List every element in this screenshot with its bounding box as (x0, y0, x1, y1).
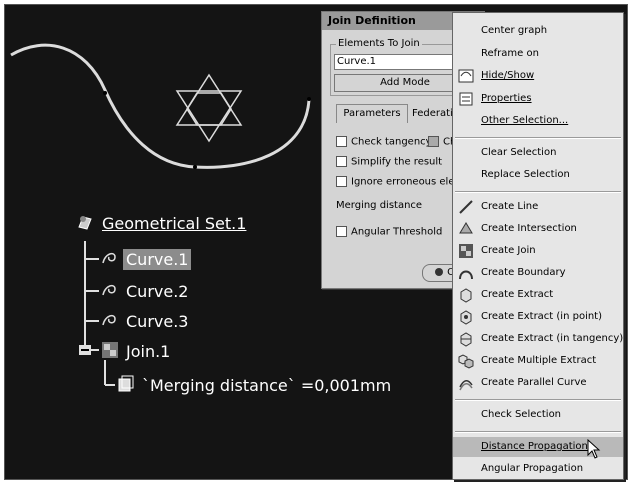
tree-item-join[interactable]: Join.1 (101, 341, 173, 362)
tree-item-label: Join.1 (126, 342, 171, 361)
menu-item-label: Create Multiple Extract (481, 355, 597, 366)
menu-item-label: Create Boundary (481, 267, 566, 278)
menu-item-label: Other Selection... (481, 115, 569, 126)
menu-item-label: Distance Propagation (481, 441, 588, 452)
check-tangency-label: Check tangency (351, 136, 432, 148)
curve-icon (101, 283, 119, 301)
check-tangency-checkbox[interactable] (336, 136, 347, 147)
check-connexity-checkbox[interactable] (428, 136, 439, 147)
simplify-option[interactable]: Simplify the result (336, 156, 442, 168)
tree-root-label: Geometrical Set.1 (102, 214, 247, 233)
extract-point-icon (458, 309, 474, 325)
menu-item-label: Clear Selection (481, 147, 557, 158)
angular-threshold-checkbox[interactable] (336, 226, 347, 237)
menu-item-label: Angular Propagation (481, 463, 584, 474)
menu-item-replace-selection[interactable]: Replace Selection (453, 165, 623, 185)
menu-item-label: Create Parallel Curve (481, 377, 587, 388)
tree-item-label: Curve.1 (123, 249, 192, 270)
tree-item-label: Curve.2 (126, 282, 189, 301)
menu-item-create-parallel-curve[interactable]: Create Parallel Curve (453, 373, 623, 393)
menu-item-label: Replace Selection (481, 169, 570, 180)
join-icon (101, 342, 119, 361)
menu-item-label: Hide/Show (481, 70, 535, 81)
menu-item-angular-propagation[interactable]: Angular Propagation (453, 459, 623, 479)
menu-item-create-extract[interactable]: Create Extract (453, 285, 623, 305)
menu-item-check-selection[interactable]: Check Selection (453, 405, 623, 425)
menu-item-reframe-on[interactable]: Reframe on (453, 44, 623, 64)
selected-element[interactable]: Curve.1 (337, 56, 376, 67)
menu-item-create-line[interactable]: Create Line (453, 197, 623, 217)
curve-icon (101, 313, 119, 331)
properties-icon (458, 91, 474, 107)
check-tangency-option[interactable]: Check tangency (336, 136, 432, 148)
extract-tangency-icon (458, 331, 474, 347)
angular-threshold-label: Angular Threshold (351, 226, 443, 238)
ok-icon (435, 268, 444, 276)
intersection-icon (458, 221, 474, 237)
ignore-erroneous-checkbox[interactable] (336, 176, 347, 187)
tree-item-label: Curve.3 (126, 312, 189, 331)
menu-item-label: Create Intersection (481, 223, 577, 234)
line-icon (458, 199, 474, 215)
parameter-icon (117, 375, 135, 395)
menu-item-label: Check Selection (481, 409, 562, 420)
merging-distance-label: Merging distance (336, 200, 423, 211)
axis-system-icon (175, 73, 243, 143)
menu-item-label: Create Extract (481, 289, 554, 300)
menu-item-create-boundary[interactable]: Create Boundary (453, 263, 623, 283)
angular-threshold-option[interactable]: Angular Threshold (336, 226, 442, 238)
menu-separator (455, 431, 621, 433)
curve-icon (101, 251, 119, 269)
elements-group-label: Elements To Join (336, 38, 422, 49)
menu-item-label: Properties (481, 93, 532, 104)
simplify-label: Simplify the result (351, 156, 443, 168)
menu-separator (455, 191, 621, 193)
menu-item-create-extract-in-point[interactable]: Create Extract (in point) (453, 307, 623, 327)
extract-icon (458, 287, 474, 303)
menu-item-create-intersection[interactable]: Create Intersection (453, 219, 623, 239)
simplify-checkbox[interactable] (336, 156, 347, 167)
menu-item-distance-propagation[interactable]: Distance Propagation (453, 437, 623, 459)
geometrical-set-icon (77, 215, 95, 233)
multiple-extract-icon (458, 353, 474, 369)
menu-item-label: Center graph (481, 25, 548, 36)
menu-separator (455, 137, 621, 139)
menu-item-label: Reframe on (481, 48, 539, 59)
menu-item-label: Create Extract (in point) (481, 311, 603, 322)
menu-item-label: Create Extract (in tangency) (481, 333, 624, 344)
menu-item-create-join[interactable]: Create Join (453, 241, 623, 261)
ignore-erroneous-option[interactable]: Ignore erroneous eleme (336, 176, 470, 188)
boundary-icon (458, 265, 474, 281)
tree-item-parameter[interactable]: `Merging distance` =0,001mm (117, 375, 394, 396)
hide-show-icon (458, 68, 474, 84)
curve-geometry (10, 43, 311, 169)
tree-item-curve-1[interactable]: Curve.1 (101, 249, 192, 270)
menu-item-center-graph[interactable]: Center graph (453, 21, 623, 41)
menu-item-create-extract-in-tangency[interactable]: Create Extract (in tangency) (453, 329, 623, 349)
menu-item-create-multiple-extract[interactable]: Create Multiple Extract (453, 351, 623, 371)
menu-item-label: Create Join (481, 245, 536, 256)
tab-parameters[interactable]: Parameters (336, 104, 408, 123)
menu-separator (455, 399, 621, 401)
menu-item-hide-show[interactable]: Hide/Show (453, 66, 623, 86)
tree-item-curve-2[interactable]: Curve.2 (101, 281, 191, 302)
menu-item-clear-selection[interactable]: Clear Selection (453, 143, 623, 163)
parallel-curve-icon (458, 375, 474, 391)
tree-item-label: `Merging distance` =0,001mm (142, 376, 392, 395)
menu-item-other-selection[interactable]: Other Selection... (453, 111, 623, 131)
join-icon (458, 243, 474, 259)
tree-item-curve-3[interactable]: Curve.3 (101, 311, 191, 332)
tree-root[interactable]: Geometrical Set.1 (77, 213, 249, 234)
menu-item-properties[interactable]: Properties (453, 89, 623, 109)
context-menu: Center graph Reframe on Hide/Show Proper… (452, 12, 624, 480)
menu-item-label: Create Line (481, 201, 539, 212)
